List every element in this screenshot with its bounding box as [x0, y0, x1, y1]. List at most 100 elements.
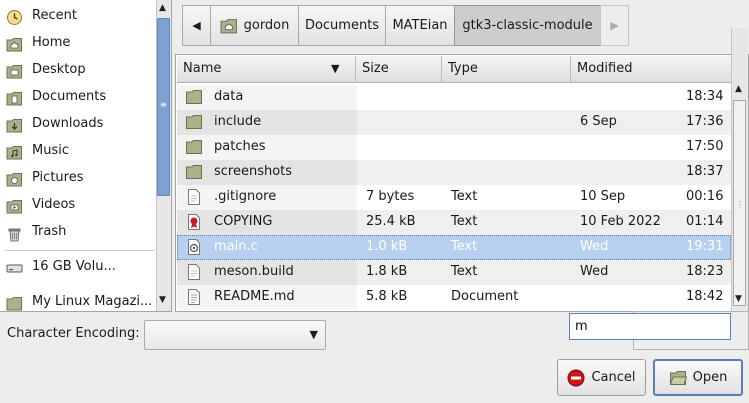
file-list: Name ▼ Size Type Modified data 18:34 inc… — [175, 54, 749, 312]
file-type: Document — [451, 289, 519, 304]
path-segment-label: gordon — [243, 18, 290, 33]
folder-icon — [186, 90, 202, 104]
file-row-patches[interactable]: patches 17:50 — [177, 135, 731, 160]
sidebar-item-my-linux-magazine[interactable]: My Linux Magazi... — [0, 290, 156, 311]
license-file-icon — [188, 214, 200, 230]
path-segment-label: Documents — [304, 18, 380, 33]
text-file-icon — [188, 189, 200, 205]
folder-icon — [186, 140, 202, 154]
file-time: 18:23 — [686, 264, 724, 279]
file-date: 10 Sep — [580, 189, 626, 204]
typeahead-search-input[interactable] — [569, 313, 731, 340]
file-name: .gitignore — [214, 189, 277, 204]
grip-icon: ≡ — [160, 100, 167, 109]
file-size: 5.8 kB — [366, 289, 408, 304]
file-row-main-c[interactable]: main.c 1.0 kB Text Wed 19:31 — [177, 235, 731, 260]
path-segment-documents[interactable]: Documents — [298, 5, 386, 46]
path-scroll-left-button[interactable]: ◀ — [182, 5, 211, 46]
scroll-down-arrow-icon[interactable]: ▼ — [735, 294, 742, 304]
sidebar-item-label: Music — [32, 143, 69, 158]
file-date: Wed — [580, 264, 609, 279]
path-scroll-right-button[interactable]: ▶ — [600, 5, 629, 46]
drive-icon — [6, 264, 23, 273]
sidebar-item-documents[interactable]: Documents — [0, 85, 156, 112]
path-segment-gtk3-classic-module[interactable]: gtk3-classic-module — [454, 5, 601, 46]
file-name: README.md — [214, 289, 295, 304]
sidebar-item-label: Downloads — [32, 116, 104, 131]
file-type: Text — [451, 214, 478, 229]
file-time: 17:36 — [686, 114, 724, 129]
file-row-data[interactable]: data 18:34 — [177, 85, 731, 110]
sidebar-item-trash[interactable]: Trash — [0, 220, 156, 247]
path-segment-label: MATEian — [392, 18, 448, 33]
sidebar-item-music[interactable]: Music — [0, 139, 156, 166]
cancel-icon — [567, 369, 585, 386]
file-name: include — [214, 114, 262, 129]
column-header-size[interactable]: Size — [356, 56, 442, 83]
sidebar-item-label: Recent — [32, 8, 77, 23]
folder-icon — [186, 115, 202, 129]
path-segment-gordon[interactable]: gordon — [210, 5, 299, 46]
file-time: 18:37 — [686, 164, 724, 179]
downloads-folder-icon — [6, 119, 22, 133]
column-header-label: Modified — [577, 61, 633, 76]
pictures-folder-icon — [6, 173, 22, 187]
grip-icon: ⋮ — [736, 200, 744, 209]
sidebar-item-pictures[interactable]: Pictures — [0, 166, 156, 193]
sidebar-item-recent[interactable]: Recent — [0, 4, 156, 31]
scroll-down-arrow-icon[interactable]: ▼ — [159, 295, 166, 305]
sidebar-item-volume[interactable]: 16 GB Volu... — [0, 255, 156, 282]
file-row-meson-build[interactable]: meson.build 1.8 kB Text Wed 18:23 — [177, 260, 731, 285]
music-folder-icon — [6, 146, 22, 160]
file-time: 18:34 — [686, 89, 724, 104]
file-size: 1.8 kB — [366, 264, 408, 279]
file-row-include[interactable]: include 6 Sep 17:36 — [177, 110, 731, 135]
chevron-left-icon: ◀ — [192, 19, 201, 32]
sidebar-item-desktop[interactable]: Desktop — [0, 58, 156, 85]
file-row-copying[interactable]: COPYING 25.4 kB Text 10 Feb 2022 01:14 — [177, 210, 731, 235]
file-row-readme-md[interactable]: README.md 5.8 kB Document 18:42 — [177, 285, 731, 310]
open-button[interactable]: Open — [653, 359, 743, 396]
videos-folder-icon — [6, 200, 22, 214]
sidebar-item-home[interactable]: Home — [0, 31, 156, 58]
column-header-modified[interactable]: Modified — [571, 56, 748, 83]
column-header-label: Size — [362, 61, 389, 76]
column-header-type[interactable]: Type — [442, 56, 571, 83]
column-header-label: Name — [183, 61, 222, 76]
column-header-name[interactable]: Name ▼ — [177, 56, 356, 83]
file-name: main.c — [214, 239, 258, 254]
sidebar-item-downloads[interactable]: Downloads — [0, 112, 156, 139]
file-name: patches — [214, 139, 266, 154]
sidebar-item-label: Videos — [32, 197, 76, 212]
column-header-label: Type — [448, 61, 478, 76]
character-encoding-select[interactable]: ▼ — [144, 320, 326, 350]
open-folder-icon — [669, 370, 687, 385]
sidebar-item-label: My Linux Magazi... — [32, 294, 153, 309]
sidebar-separator — [4, 250, 154, 251]
file-name: data — [214, 89, 244, 104]
file-row-screenshots[interactable]: screenshots 18:37 — [177, 160, 731, 185]
sort-descending-icon: ▼ — [331, 62, 340, 75]
open-button-label: Open — [692, 370, 728, 385]
scroll-up-arrow-icon[interactable]: ▲ — [735, 84, 742, 94]
path-segment-mateian[interactable]: MATEian — [385, 5, 455, 46]
character-encoding-label: Character Encoding: — [7, 326, 140, 341]
document-file-icon — [188, 289, 200, 305]
places-sidebar: Recent Home Desktop Documents Downloads — [0, 0, 172, 312]
file-row-gitignore[interactable]: .gitignore 7 bytes Text 10 Sep 00:16 — [177, 185, 731, 210]
file-date: Wed — [580, 239, 609, 254]
file-type: Text — [451, 239, 478, 254]
file-name: meson.build — [214, 264, 294, 279]
sidebar-item-videos[interactable]: Videos — [0, 193, 156, 220]
folder-icon — [6, 297, 22, 311]
file-size: 1.0 kB — [366, 239, 408, 254]
c-source-file-icon — [188, 239, 200, 255]
sidebar-item-label: Pictures — [32, 170, 84, 185]
file-size: 7 bytes — [366, 189, 415, 204]
scroll-up-arrow-icon[interactable]: ▲ — [159, 3, 166, 13]
sidebar-item-label: Home — [32, 35, 71, 50]
folder-icon — [186, 165, 202, 179]
file-time: 01:14 — [686, 214, 724, 229]
chevron-right-icon: ▶ — [610, 19, 619, 32]
cancel-button[interactable]: Cancel — [557, 359, 646, 396]
